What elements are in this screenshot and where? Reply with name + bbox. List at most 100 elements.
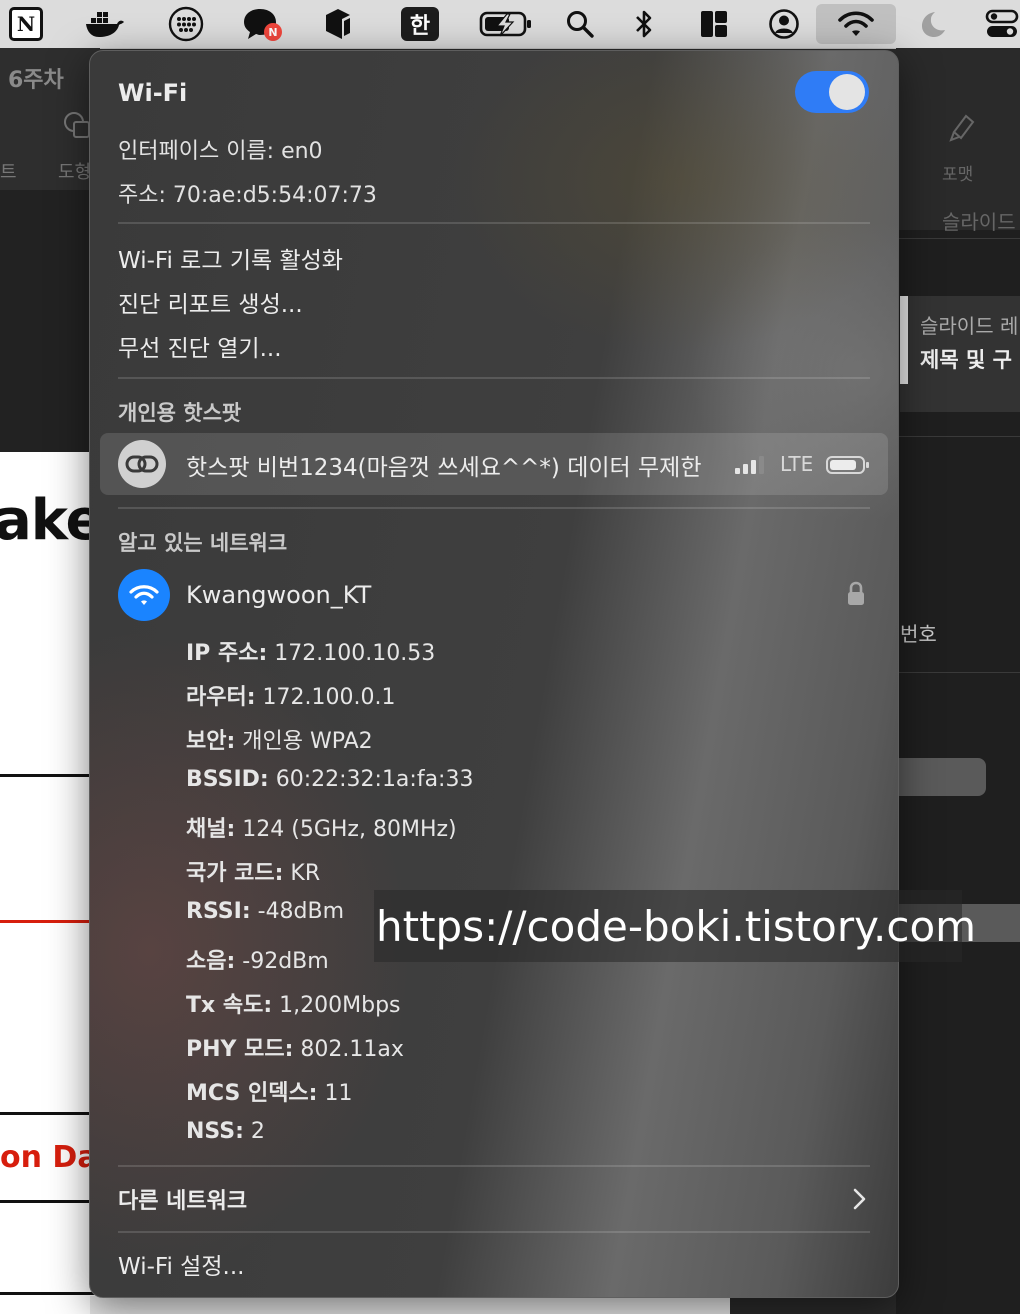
detail-value: 802.11ax xyxy=(300,1037,404,1062)
bg-slide-thumb xyxy=(900,296,908,384)
bg-slide-line xyxy=(0,774,100,777)
enable-wifi-logging-item[interactable]: Wi-Fi 로그 기록 활성화 xyxy=(118,241,343,275)
bg-inspector-field[interactable] xyxy=(896,758,986,796)
detail-rssi: RSSI: -48dBm xyxy=(186,899,344,924)
bg-slide-line xyxy=(0,1112,100,1115)
personal-hotspot-heading: 개인용 핫스팟 xyxy=(118,401,242,425)
known-network-name[interactable]: Kwangwoon_KT xyxy=(186,581,371,609)
wifi-icon[interactable] xyxy=(816,4,896,44)
detail-value: 개인용 WPA2 xyxy=(242,729,373,754)
bluetooth-icon[interactable] xyxy=(626,4,662,44)
detail-label: BSSID: xyxy=(186,767,269,792)
korean-input-icon[interactable]: 한 xyxy=(398,4,442,44)
menu-bar: N N 한 xyxy=(0,0,1020,49)
wifi-toggle[interactable] xyxy=(795,71,869,113)
detail-noise: 소음: -92dBm xyxy=(186,943,329,975)
bg-toolbar-tab-text[interactable]: 트 xyxy=(0,158,17,184)
bg-week-label: 6주차 xyxy=(8,68,64,93)
other-networks-item[interactable]: 다른 네트워크 xyxy=(118,1183,247,1215)
bg-slide-layout-name: 제목 및 구 xyxy=(920,348,1012,372)
wifi-toggle-knob xyxy=(829,74,865,110)
divider xyxy=(118,222,870,224)
bg-app-dark-area xyxy=(0,190,100,452)
detail-label: RSSI: xyxy=(186,899,251,924)
wifi-title: Wi-Fi xyxy=(118,79,188,107)
detail-label: 보안: xyxy=(186,729,236,754)
format-brush-icon[interactable] xyxy=(948,112,976,146)
detail-value: 124 (5GHz, 80MHz) xyxy=(242,817,457,842)
bg-slide-red-line xyxy=(0,920,100,923)
detail-nss: NSS: 2 xyxy=(186,1119,265,1144)
bg-slide-tab[interactable]: 슬라이드 xyxy=(942,206,1016,235)
detail-ip: IP 주소: 172.100.10.53 xyxy=(186,635,435,667)
detail-channel: 채널: 124 (5GHz, 80MHz) xyxy=(186,811,457,843)
cellular-signal-icon xyxy=(734,455,770,479)
chevron-right-icon[interactable] xyxy=(852,1187,868,1215)
detail-value: -48dBm xyxy=(257,899,345,924)
shape-tool-icon[interactable] xyxy=(62,110,92,144)
detail-value: 172.100.10.53 xyxy=(274,641,436,666)
detail-router: 라우터: 172.100.0.1 xyxy=(186,679,396,711)
detail-bssid: BSSID: 60:22:32:1a:fa:33 xyxy=(186,767,473,792)
hotspot-network-row[interactable]: 핫스팟 비번1234(마음껏 쓰세요^^*) 데이터 무제한 LTE xyxy=(100,433,888,495)
detail-tx-rate: Tx 속도: 1,200Mbps xyxy=(186,987,401,1019)
user-account-icon[interactable] xyxy=(764,4,804,44)
battery-charging-icon[interactable] xyxy=(478,4,534,44)
bg-slide-canvas xyxy=(0,452,100,1314)
known-network-wifi-icon[interactable] xyxy=(118,569,170,621)
create-diagnostics-report-item[interactable]: 진단 리포트 생성... xyxy=(118,285,303,319)
detail-label: 소음: xyxy=(186,949,236,974)
moon-focus-icon[interactable] xyxy=(912,4,952,44)
detail-value: 11 xyxy=(324,1081,353,1106)
divider xyxy=(896,436,1020,437)
detail-label: NSS: xyxy=(186,1119,244,1144)
bg-slide-heading: ake xyxy=(0,488,104,553)
open-wireless-diagnostics-item[interactable]: 무선 진단 열기... xyxy=(118,329,282,363)
detail-value: -92dBm xyxy=(242,949,329,974)
detail-country-code: 국가 코드: KR xyxy=(186,855,320,887)
app-cube-icon[interactable] xyxy=(318,4,358,44)
detail-label: Tx 속도: xyxy=(186,993,273,1018)
svg-text:N: N xyxy=(268,26,277,39)
bg-bottom-strip xyxy=(90,1296,730,1314)
divider xyxy=(118,507,870,509)
divider xyxy=(118,377,870,379)
detail-label: 국가 코드: xyxy=(186,861,284,886)
detail-phy-mode: PHY 모드: 802.11ax xyxy=(186,1031,404,1063)
hotspot-name: 핫스팟 비번1234(마음껏 쓰세요^^*) 데이터 무제한 xyxy=(186,455,702,481)
detail-mcs-index: MCS 인덱스: 11 xyxy=(186,1075,352,1107)
search-icon[interactable] xyxy=(560,4,600,44)
wifi-dropdown-panel: Wi-Fi 인터페이스 이름: en0 주소: 70:ae:d5:54:07:7… xyxy=(89,50,899,1298)
window-layout-icon[interactable] xyxy=(694,4,734,44)
divider xyxy=(896,672,1020,673)
bg-slide-line xyxy=(0,1292,100,1295)
detail-value: KR xyxy=(290,861,321,886)
korean-input-label: 한 xyxy=(401,7,439,41)
wifi-settings-item[interactable]: Wi-Fi 설정... xyxy=(118,1247,244,1281)
divider xyxy=(118,1165,870,1167)
notion-icon[interactable]: N xyxy=(6,4,46,44)
hotspot-battery-icon xyxy=(826,455,870,479)
detail-label: PHY 모드: xyxy=(186,1037,294,1062)
detail-security: 보안: 개인용 WPA2 xyxy=(186,723,373,755)
detail-value: 172.100.0.1 xyxy=(262,685,396,710)
watermark-url: https://code-boki.tistory.com xyxy=(374,890,976,962)
bg-slide-line xyxy=(0,1200,100,1203)
detail-value: 2 xyxy=(250,1119,265,1144)
bg-format-tab[interactable]: 포맷 xyxy=(942,160,973,185)
detail-label: 채널: xyxy=(186,817,236,842)
docker-icon[interactable] xyxy=(82,4,128,44)
control-center-icon[interactable] xyxy=(984,4,1020,44)
known-networks-heading: 알고 있는 네트워크 xyxy=(118,531,288,555)
chat-notification-icon[interactable]: N xyxy=(240,4,286,44)
detail-label: 라우터: xyxy=(186,685,256,710)
bg-toolbar-tab-shape[interactable]: 도형 xyxy=(58,158,91,184)
network-type-label: LTE xyxy=(780,452,814,476)
divider xyxy=(118,1231,870,1233)
grid-dots-icon[interactable] xyxy=(164,4,208,44)
hotspot-link-icon xyxy=(118,440,166,488)
lock-icon xyxy=(846,581,866,611)
detail-value: 1,200Mbps xyxy=(279,993,401,1018)
bg-slide-number-label: 번호 xyxy=(900,622,937,646)
interface-name: 인터페이스 이름: en0 xyxy=(118,139,323,164)
